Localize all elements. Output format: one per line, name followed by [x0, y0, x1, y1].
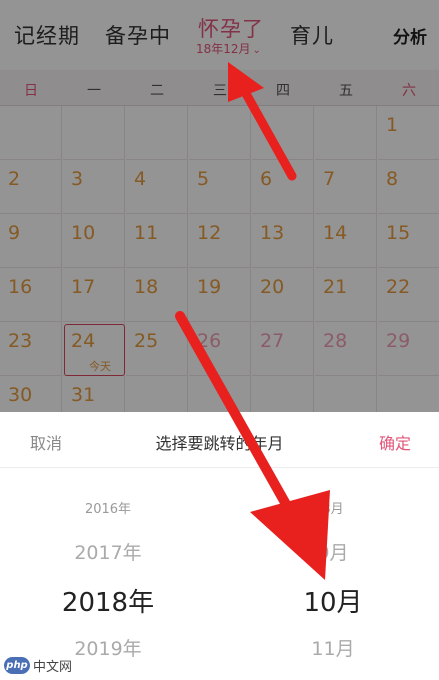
watermark: php 中文网 — [4, 656, 72, 675]
year-option[interactable]: 2017年 — [28, 538, 188, 565]
watermark-text: 中文网 — [33, 660, 73, 675]
year-option-selected[interactable]: 2018年 — [28, 582, 188, 619]
modal-backdrop[interactable] — [0, 0, 439, 412]
year-option[interactable]: 2016年 — [28, 498, 188, 517]
year-month-picker-sheet: 取消 选择要跳转的年月 确定 2016年 2017年 2018年 2019年 8… — [0, 412, 439, 680]
picker-toolbar: 取消 选择要跳转的年月 确定 — [0, 412, 439, 468]
month-option-selected[interactable]: 10月 — [253, 582, 413, 619]
confirm-button[interactable]: 确定 — [379, 430, 411, 454]
month-option[interactable]: 8月 — [253, 498, 413, 517]
php-logo-icon: php — [4, 657, 30, 674]
month-option[interactable]: 11月 — [253, 634, 413, 661]
month-option[interactable]: 9月 — [253, 538, 413, 565]
picker-title: 选择要跳转的年月 — [155, 434, 284, 453]
